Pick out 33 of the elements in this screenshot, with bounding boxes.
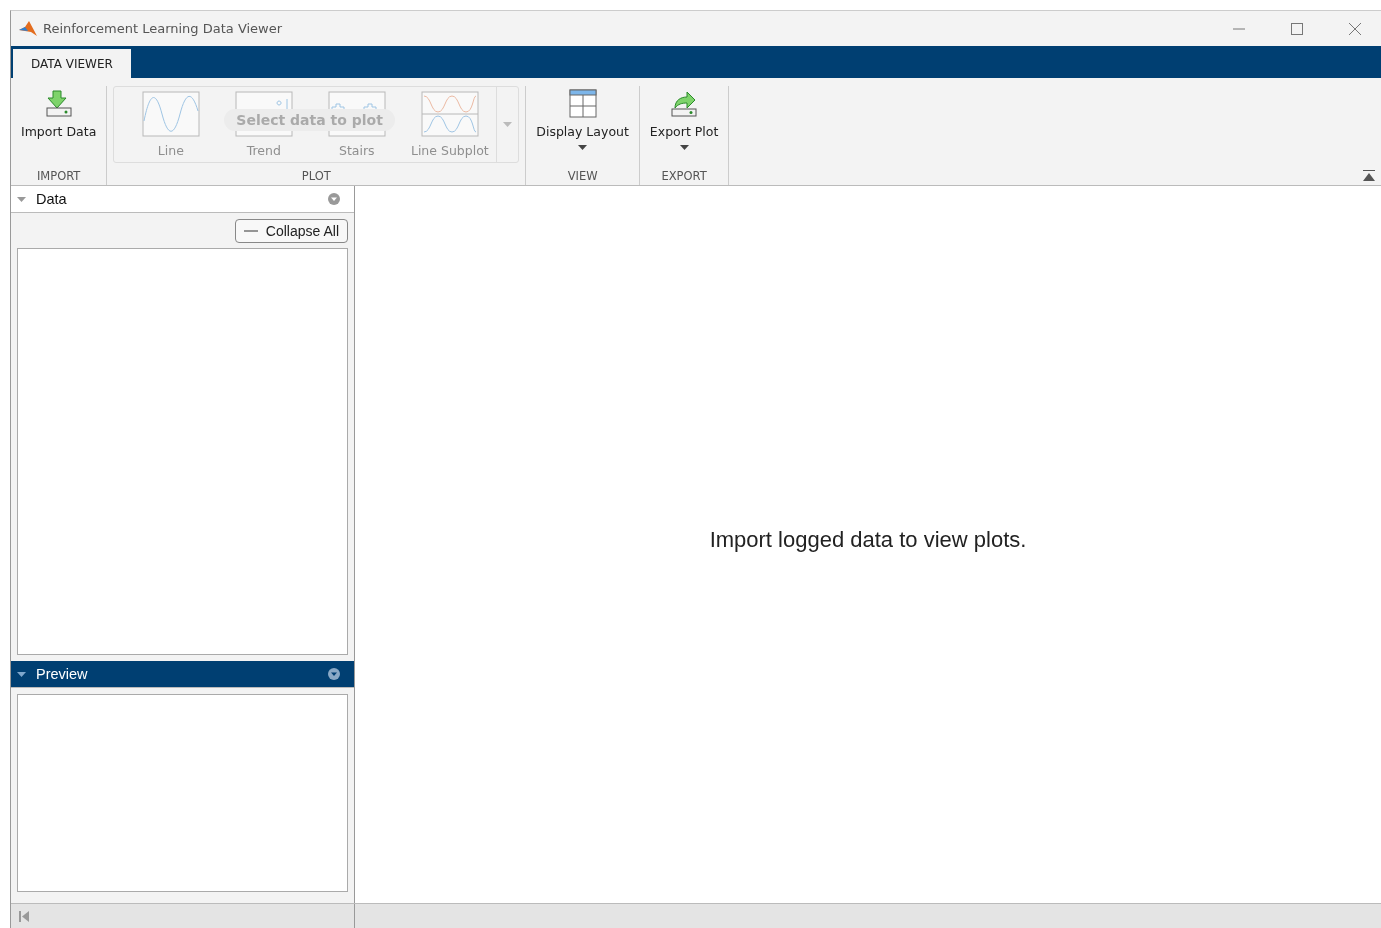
minus-icon [243,230,258,232]
caret-icon [17,196,26,202]
section-label: IMPORT [35,168,82,185]
empty-message: Import logged data to view plots. [709,526,1027,553]
collapse-all-button[interactable]: Collapse All [234,219,348,243]
caret-icon [679,145,689,150]
peak-logo-icon [19,20,37,37]
subplot-waves-icon [420,91,479,137]
grid-layout-icon [568,88,597,118]
caret-icon [17,671,26,677]
download-tray-icon [43,88,74,118]
panel-title: Data [36,191,68,207]
panel-menu-icon[interactable] [328,668,340,680]
maximize-icon[interactable] [1291,22,1303,35]
section-label: VIEW [566,168,599,185]
caret-icon [578,145,588,150]
panel-header[interactable]: Preview [11,661,354,688]
skip-start-icon[interactable] [19,910,29,922]
panel-title: Preview [36,666,89,682]
caret-icon [503,122,513,127]
section-label: EXPORT [660,168,708,185]
collapse-ribbon-icon[interactable] [1363,170,1375,181]
section-label: PLOT [300,168,332,185]
ribbon-button[interactable]: Export Plot [645,86,723,152]
ribbon-button[interactable]: Display Layout [532,86,633,152]
close-icon[interactable] [1349,22,1361,35]
window-title: Reinforcement Learning Data Viewer [43,21,284,36]
hint-label: Select data to plot [224,109,395,131]
sine-wave-icon [141,91,200,137]
panel-menu-icon[interactable] [328,193,340,205]
ribbon-tab[interactable]: DATA VIEWER [13,49,131,78]
ribbon-button[interactable]: Import Data [17,86,101,141]
panel-header[interactable]: Data [11,186,354,213]
